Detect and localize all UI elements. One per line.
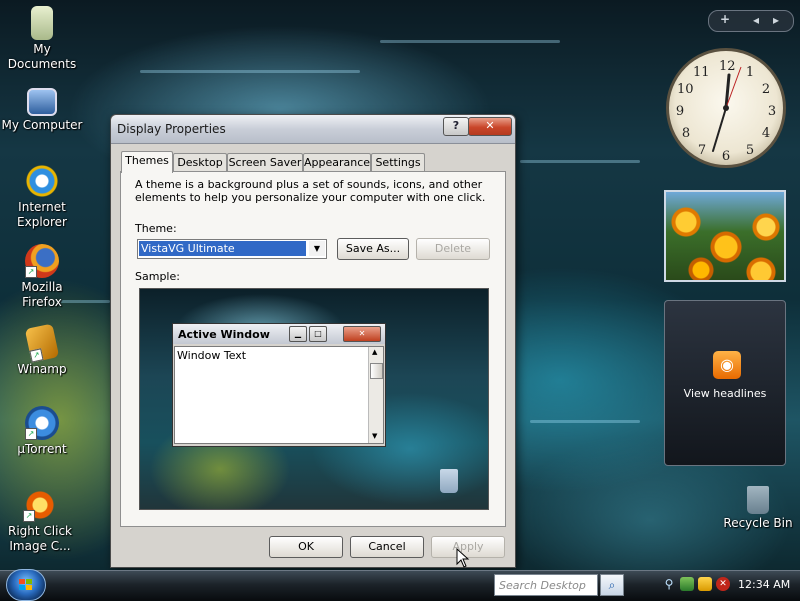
desktop-icon-label: µTorrent [17,442,67,456]
add-gadget-button[interactable]: + [720,12,730,26]
tab-appearance[interactable]: Appearance [303,153,371,171]
desktop-icon-label: Mozilla Firefox [21,280,63,309]
feed-headlines-gadget[interactable]: ◉ View headlines [664,300,786,466]
sample-window-body: Window Text ▲ ▼ [174,346,384,444]
winamp-icon: ↗ [24,323,60,363]
network-icon[interactable] [680,577,694,591]
security-alert-icon[interactable]: ✕ [716,577,730,591]
computer-icon [27,88,57,116]
search-desktop-input[interactable]: Search Desktop [494,574,598,596]
shortcut-arrow-icon: ↗ [25,266,37,278]
theme-select-value: VistaVG Ultimate [139,241,306,256]
desktop-icon-winamp[interactable]: ↗ Winamp [0,323,84,377]
theme-description: A theme is a background plus a set of so… [135,178,486,204]
windows-logo-icon [19,579,32,590]
wallpaper-streak [380,40,560,43]
dialog-titlebar[interactable]: Display Properties ? ✕ [111,115,515,144]
desktop-icon-recycle-bin[interactable]: Recycle Bin [718,486,798,531]
desktop-icon-label: My Documents [7,42,77,71]
folder-icon [31,6,53,40]
desktop-icon-label: Right Click Image C... [7,524,72,553]
tab-themes[interactable]: Themes [121,151,173,173]
clock-time[interactable]: 12:34 AM [738,578,790,591]
close-button[interactable]: ✕ [468,117,512,136]
wallpaper-streak [520,160,640,163]
desktop-icon-right-click-image[interactable]: ↗ Right Click Image C... [0,488,80,554]
shortcut-arrow-icon: ↗ [29,348,44,363]
wallpaper-streak [140,70,360,73]
start-button[interactable] [6,569,46,601]
cancel-button[interactable]: Cancel [350,536,424,558]
delete-button[interactable]: Delete [416,238,490,260]
shortcut-arrow-icon: ↗ [23,510,35,522]
tab-desktop[interactable]: Desktop [173,153,227,171]
desktop-icon-utorrent[interactable]: ↗ µTorrent [0,406,84,457]
next-gadget-button[interactable]: ▸ [773,13,779,27]
desktop-icon-my-documents[interactable]: My Documents [0,6,84,72]
recycle-bin-icon [747,486,769,514]
tab-screen-saver[interactable]: Screen Saver [227,153,303,171]
internet-explorer-icon [25,164,59,198]
sample-window-text: Window Text [177,349,247,362]
chevron-down-icon[interactable]: ▼ [309,241,325,256]
view-headlines-link[interactable]: View headlines [665,387,785,400]
help-button[interactable]: ? [443,117,469,136]
sidebar-controls: + ◂ ▸ [708,10,794,32]
sample-window-title: Active Window [178,328,270,341]
display-properties-dialog: Display Properties ? ✕ Themes Desktop Sc… [110,114,516,568]
sample-active-window: Active Window ▁ □ ✕ Window Text ▲ ▼ [172,323,386,447]
dialog-title: Display Properties [117,122,226,136]
sample-label: Sample: [135,270,180,283]
minimize-icon: ▁ [289,326,307,342]
sample-window-titlebar: Active Window ▁ □ ✕ [173,324,385,344]
slideshow-gadget[interactable] [664,190,786,282]
desktop-icon-label: My Computer [1,118,83,132]
maximize-icon: □ [309,326,327,342]
chevron-down-icon: ▼ [372,432,378,440]
tab-settings[interactable]: Settings [371,153,425,171]
search-icon[interactable]: ⌕ [600,574,624,596]
shortcut-arrow-icon: ↗ [25,428,37,440]
starburst-icon: ↗ [23,488,57,522]
mouse-cursor-icon [456,548,470,568]
taskbar: Search Desktop ⌕ ⚲ ✕ 12:34 AM [0,569,800,601]
magnifier-icon[interactable]: ⚲ [662,577,676,591]
scroll-thumb [370,363,383,379]
ok-button[interactable]: OK [269,536,343,558]
save-as-button[interactable]: Save As... [337,238,409,260]
theme-select[interactable]: VistaVG Ultimate ▼ [137,239,327,259]
desktop-icon-my-computer[interactable]: My Computer [0,88,84,133]
utorrent-icon: ↗ [25,406,59,440]
sample-scrollbar: ▲ ▼ [368,347,383,443]
desktop-icon-label: Recycle Bin [723,516,793,530]
theme-label: Theme: [135,222,177,235]
chevron-up-icon: ▲ [372,348,378,356]
clock-hands-icon [712,66,742,152]
desktop-icon-label: Winamp [17,362,67,376]
desktop-icon-label: Internet Explorer [17,200,67,229]
recycle-bin-icon [440,469,458,493]
wallpaper-streak [530,420,640,423]
themes-panel: A theme is a background plus a set of so… [120,171,506,527]
clock-gadget[interactable]: 12 1 2 3 4 5 6 7 8 9 10 11 [666,48,786,168]
theme-sample-preview: Active Window ▁ □ ✕ Window Text ▲ ▼ [139,288,489,510]
close-icon: ✕ [343,326,381,342]
rss-icon: ◉ [713,351,741,379]
desktop-icon-mozilla-firefox[interactable]: ↗ Mozilla Firefox [0,244,84,310]
shield-icon[interactable] [698,577,712,591]
previous-gadget-button[interactable]: ◂ [753,13,759,27]
firefox-icon: ↗ [25,244,59,278]
desktop-icon-internet-explorer[interactable]: Internet Explorer [0,164,84,230]
